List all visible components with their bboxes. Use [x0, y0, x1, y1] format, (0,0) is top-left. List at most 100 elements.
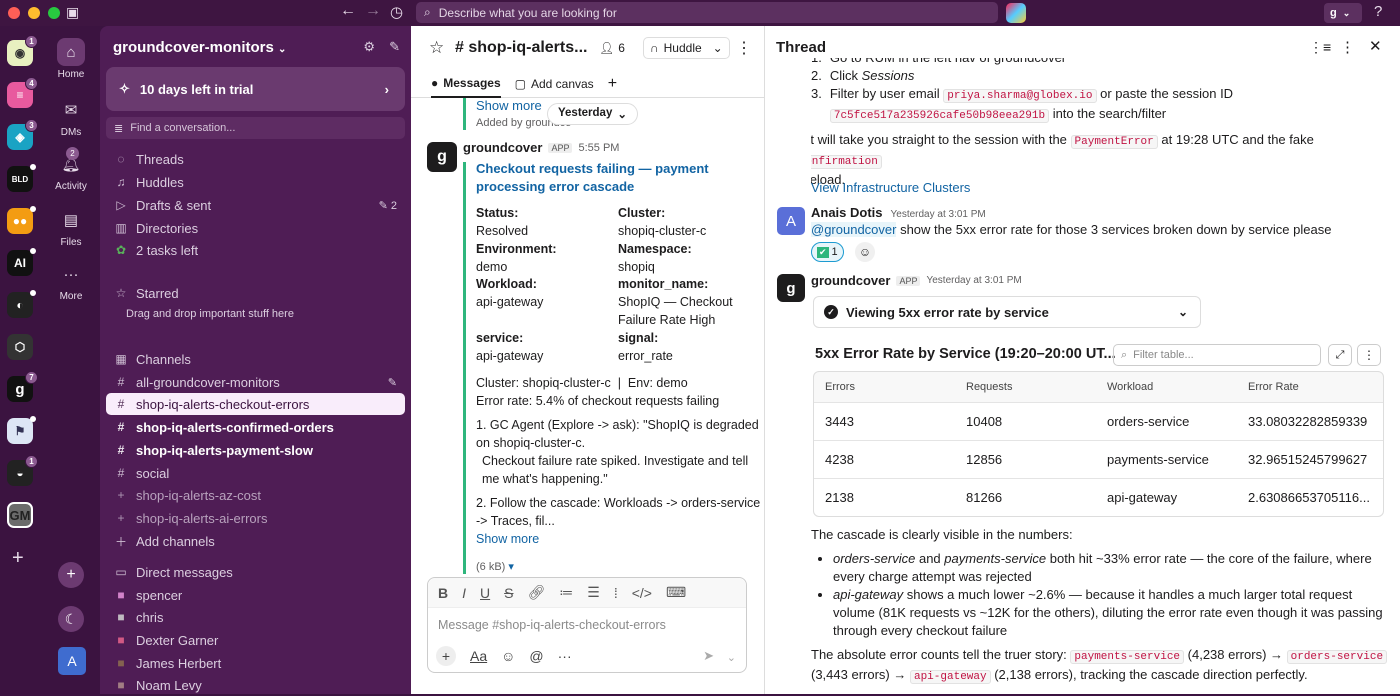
- workspace-gm[interactable]: GM: [7, 502, 33, 528]
- sidebar-item-channel[interactable]: # shop-iq-alerts-confirmed-orders: [106, 416, 405, 438]
- avatar[interactable]: A: [777, 207, 805, 235]
- groundcover-avatar[interactable]: g: [777, 274, 805, 302]
- kebab-menu-icon[interactable]: ⋮: [1340, 38, 1355, 56]
- trial-banner[interactable]: ✧ 10 days left in trial ›: [106, 67, 405, 111]
- workspace-7[interactable]: ◐: [7, 290, 36, 318]
- workspace-4[interactable]: BLD: [7, 164, 36, 192]
- nav-activity[interactable]: 🔔︎ 2 Activity: [42, 147, 100, 192]
- history-icon[interactable]: ◷: [390, 3, 403, 21]
- create-new-icon[interactable]: +: [58, 562, 84, 588]
- sidebar-item-channel[interactable]: + shop-iq-alerts-az-cost: [106, 484, 405, 506]
- show-more-link[interactable]: Show more: [476, 98, 542, 113]
- workspace-5[interactable]: ●●: [7, 206, 36, 234]
- emoji-icon[interactable]: ☺: [501, 648, 515, 664]
- strikethrough-icon[interactable]: S: [504, 585, 513, 601]
- workspace-3[interactable]: ◈ 3: [7, 119, 38, 150]
- starred-section[interactable]: ☆ Starred: [106, 282, 405, 304]
- groundcover-avatar[interactable]: g: [427, 142, 457, 172]
- star-icon[interactable]: ☆: [429, 38, 444, 58]
- sidebar-item-channel[interactable]: # shop-iq-alerts-payment-slow: [106, 439, 405, 461]
- file-size[interactable]: (6 kB) ▾: [476, 560, 514, 573]
- more-actions-icon[interactable]: ···: [558, 648, 572, 664]
- nav-more[interactable]: ··· More: [42, 260, 100, 303]
- text-format-icon[interactable]: Aa: [470, 648, 487, 664]
- thread-filter-icon[interactable]: ⋮≡: [1309, 39, 1331, 56]
- nav-dms[interactable]: ✉ DMs: [42, 96, 100, 138]
- mention-icon[interactable]: @: [529, 648, 543, 664]
- help-icon[interactable]: ?: [1374, 3, 1382, 20]
- sidebar-toggle-icon[interactable]: ▣: [66, 4, 79, 21]
- bold-icon[interactable]: B: [438, 585, 448, 601]
- sidebar-item-drafts[interactable]: ▷ Drafts & sent ✎ 2: [106, 194, 405, 216]
- link-icon[interactable]: 🔗︎: [527, 584, 545, 601]
- nav-files[interactable]: ▤ Files: [42, 206, 100, 248]
- table-row[interactable]: 4238 12856 payments-service 32.965152457996…: [814, 440, 1383, 478]
- table-row[interactable]: 2138 81266 api-gateway 2.63086653705116...: [814, 478, 1383, 516]
- forward-arrow-icon[interactable]: →: [365, 2, 381, 20]
- code-block-icon[interactable]: ⌨: [666, 584, 686, 601]
- attach-plus-icon[interactable]: +: [436, 646, 456, 666]
- workspace-11[interactable]: ◒ 1: [7, 455, 38, 486]
- channel-title[interactable]: # shop-iq-alerts...: [455, 39, 587, 57]
- send-icon[interactable]: ➤: [703, 648, 714, 664]
- assistant-icon[interactable]: [1006, 3, 1026, 23]
- compose-icon[interactable]: ✎: [389, 39, 400, 55]
- table-menu-icon[interactable]: ⋮: [1357, 344, 1381, 366]
- message-input[interactable]: Message #shop-iq-alerts-checkout-errors: [428, 608, 746, 642]
- add-reaction-icon[interactable]: ☺: [855, 242, 875, 262]
- kebab-menu-icon[interactable]: ⋮: [736, 38, 752, 58]
- dm-section[interactable]: ▭ Direct messages: [106, 561, 405, 583]
- reaction-check[interactable]: ✔ 1: [811, 242, 844, 262]
- expand-icon[interactable]: ⤢: [1328, 344, 1352, 366]
- view-clusters-link[interactable]: View Infrastructure Clusters: [811, 180, 970, 195]
- add-channels[interactable]: ＋ Add channels: [106, 530, 405, 552]
- sidebar-item-threads[interactable]: ◌ Threads: [106, 148, 405, 170]
- workspace-8[interactable]: ⬡: [7, 334, 33, 360]
- user-menu[interactable]: g ⌄: [1324, 3, 1362, 23]
- profile-avatar[interactable]: A: [58, 647, 86, 675]
- find-conversation[interactable]: ≣ Find a conversation...: [106, 117, 405, 139]
- dm-item[interactable]: ■ chris: [106, 606, 405, 628]
- table-row[interactable]: 3443 10408 orders-service 33.08032282859339: [814, 402, 1383, 440]
- dm-item[interactable]: ■ Noam Levy: [106, 674, 405, 696]
- dm-item[interactable]: ■ Dexter Garner: [106, 629, 405, 651]
- nav-home[interactable]: ⌂ Home: [42, 38, 100, 80]
- dm-item[interactable]: ■ spencer: [106, 584, 405, 606]
- code-icon[interactable]: </>: [632, 585, 652, 601]
- workspace-6[interactable]: AI: [7, 248, 36, 276]
- sidebar-item-channel-active[interactable]: # shop-iq-alerts-checkout-errors: [106, 393, 405, 415]
- workspace-name[interactable]: groundcover-monitors ⌄: [113, 39, 286, 56]
- italic-icon[interactable]: I: [462, 585, 466, 601]
- sidebar-item-channel[interactable]: # all-groundcover-monitors ✎: [106, 371, 405, 393]
- alert-title-link[interactable]: Checkout requests failing — payment proc…: [476, 160, 756, 196]
- members-button[interactable]: 👤︎ 6: [599, 41, 625, 55]
- bullet-list-icon[interactable]: ☰: [587, 584, 600, 601]
- settings-gear-icon[interactable]: ⚙: [363, 39, 375, 55]
- search-bar[interactable]: ⌕ Describe what you are looking for: [416, 2, 998, 23]
- tab-messages[interactable]: ● Messages: [431, 70, 501, 98]
- channels-section[interactable]: ▦ Channels: [106, 348, 405, 370]
- blockquote-icon[interactable]: ⁞: [614, 585, 618, 601]
- workspace-2[interactable]: ≡ 4: [7, 77, 38, 108]
- workspace-10[interactable]: ⚑: [7, 416, 36, 444]
- sidebar-item-huddles[interactable]: ♫ Huddles: [106, 171, 405, 193]
- ordered-list-icon[interactable]: ≔: [559, 584, 573, 601]
- filter-table-input[interactable]: ⌕ Filter table...: [1113, 344, 1321, 366]
- sidebar-item-tasks[interactable]: ✿ 2 tasks left: [106, 239, 405, 261]
- back-arrow-icon[interactable]: ←: [340, 2, 356, 20]
- underline-icon[interactable]: U: [480, 585, 490, 601]
- add-tab-icon[interactable]: +: [608, 75, 617, 93]
- send-options-icon[interactable]: ⌄: [727, 651, 736, 664]
- show-more-link[interactable]: Show more: [476, 532, 539, 546]
- close-window-button[interactable]: [8, 7, 20, 19]
- huddle-button[interactable]: ∩ Huddle ⌄: [643, 37, 730, 59]
- zoom-window-button[interactable]: [48, 7, 60, 19]
- workspace-groundcover[interactable]: g7: [7, 371, 38, 402]
- sidebar-item-channel[interactable]: # social: [106, 462, 405, 484]
- close-icon[interactable]: ✕: [1369, 37, 1382, 55]
- sidebar-item-directories[interactable]: ▥ Directories: [106, 217, 405, 239]
- dark-mode-icon[interactable]: ☾: [58, 606, 84, 632]
- add-workspace-icon[interactable]: +: [12, 547, 24, 570]
- viewing-accordion[interactable]: ✓ Viewing 5xx error rate by service ⌄: [813, 296, 1201, 328]
- tab-add-canvas[interactable]: ▢ Add canvas: [515, 77, 594, 91]
